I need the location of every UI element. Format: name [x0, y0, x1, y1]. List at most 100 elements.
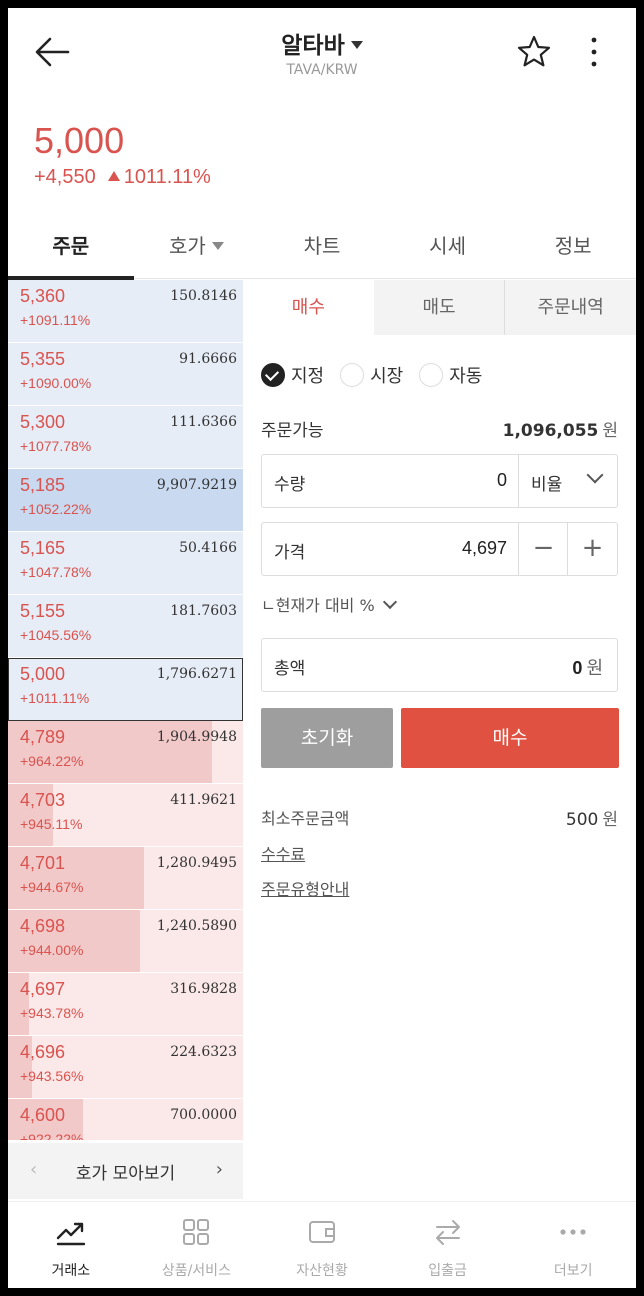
orderbook-quantity: 111.6366	[170, 414, 237, 430]
nav-assets[interactable]: 자산현황	[259, 1202, 385, 1288]
main-tabs: 주문 호가 차트 시세 정보	[8, 218, 636, 280]
orderbook-row[interactable]: 5,355 +1090.00% 91.6666	[8, 343, 243, 406]
fee-link[interactable]: 수수료	[261, 841, 305, 865]
orderbook-row[interactable]: 4,698 +944.00% 1,240.5890	[8, 910, 243, 973]
nav-label: 더보기	[553, 1263, 593, 1279]
orderbook-quantity: 224.6323	[170, 1044, 237, 1060]
orderbook-price: 5,185	[20, 475, 66, 495]
min-order-label: 최소주문금액	[261, 809, 350, 828]
orderbook-quantity: 9,907.9219	[156, 477, 237, 493]
current-price: 5,000	[34, 120, 125, 161]
price-increase-button[interactable]: +	[567, 523, 617, 575]
min-order-value: 500	[565, 810, 599, 830]
orderbook-quantity: 1,904.9948	[156, 729, 237, 745]
orderbook-row[interactable]: 4,600 +922.22% 700.0000	[8, 1099, 243, 1140]
nav-more[interactable]: 더보기	[510, 1202, 636, 1288]
order-type-market[interactable]: 시장	[340, 362, 403, 388]
orderbook-price: 5,155	[20, 601, 66, 621]
orderbook-row[interactable]: 4,697 +943.78% 316.9828	[8, 973, 243, 1036]
price-value[interactable]: 4,697	[462, 538, 507, 559]
nav-label: 상품/서비스	[161, 1263, 231, 1279]
caret-down-icon	[211, 242, 224, 250]
orderbook-quantity: 316.9828	[170, 981, 237, 997]
tab-market[interactable]: 시세	[385, 218, 511, 278]
orderbook-quantity: 150.8146	[170, 288, 237, 304]
orderbook-price: 5,000	[20, 664, 66, 684]
orderbook-row[interactable]: 4,789 +964.22% 1,904.9948	[8, 721, 243, 784]
orderbook-quantity: 1,796.6271	[156, 666, 237, 682]
nav-transfer[interactable]: 입출금	[385, 1202, 511, 1288]
orderbook-row[interactable]: 5,300 +1077.78% 111.6366	[8, 406, 243, 469]
subtab-buy[interactable]: 매수	[243, 280, 374, 335]
chevron-down-icon	[586, 466, 604, 484]
nav-label: 자산현황	[296, 1263, 348, 1279]
available-label: 주문가능	[261, 421, 324, 441]
unit-label: 원	[602, 421, 618, 441]
nav-products[interactable]: 상품/서비스	[134, 1202, 260, 1288]
tab-chart[interactable]: 차트	[259, 218, 385, 278]
order-type-label: 자동	[449, 366, 483, 387]
subtab-sell[interactable]: 매도	[374, 280, 505, 335]
transfer-icon	[435, 1220, 460, 1245]
quantity-field[interactable]: 수량 0 비율	[261, 454, 618, 508]
orderbook-view-all[interactable]: 호가 모아보기	[8, 1159, 243, 1184]
total-value[interactable]: 0	[572, 658, 582, 678]
orderbook-row[interactable]: 5,165 +1047.78% 50.4166	[8, 532, 243, 595]
orderbook-price: 5,300	[20, 412, 66, 432]
orderbook-row[interactable]: 5,155 +1045.56% 181.7603	[8, 595, 243, 658]
orderbook-row[interactable]: 5,360 +1091.11% 150.8146	[8, 280, 243, 343]
tab-label: 주문	[52, 234, 90, 258]
tab-orderbook[interactable]: 호가	[134, 218, 260, 278]
tab-label: 차트	[303, 234, 341, 258]
orderbook-price: 4,789	[20, 727, 66, 747]
price-field[interactable]: 가격 4,697 − +	[261, 522, 618, 576]
subtab-history[interactable]: 주문내역	[504, 280, 636, 335]
quantity-label: 수량	[274, 475, 306, 495]
orderbook-row[interactable]: 4,696 +943.56% 224.6323	[8, 1036, 243, 1099]
price-label: 가격	[274, 543, 306, 563]
up-triangle-icon	[107, 171, 120, 181]
order-type-guide-link[interactable]: 주문유형안내	[261, 876, 349, 900]
orderbook-quantity: 181.7603	[170, 603, 237, 619]
price-percent-dropdown[interactable]: ㄴ현재가 대비 %	[261, 592, 397, 616]
nav-label: 입출금	[428, 1263, 467, 1279]
min-order: 최소주문금액 500 원	[261, 805, 618, 830]
orderbook-row[interactable]: 4,703 +945.11% 411.9621	[8, 784, 243, 847]
order-panel: 매수 매도 주문내역 지정 시장 자동 주문가능 1,096,055 원 수량 0…	[243, 280, 636, 1200]
order-type-auto[interactable]: 자동	[419, 362, 482, 388]
orderbook-percent: +964.22%	[20, 753, 84, 769]
more-vertical-icon[interactable]	[580, 34, 608, 70]
orderbook-row[interactable]: 4,701 +944.67% 1,280.9495	[8, 847, 243, 910]
nav-label: 거래소	[51, 1263, 91, 1279]
orderbook-footer[interactable]: ‹ 호가 모아보기 ›	[8, 1143, 243, 1199]
orderbook-row[interactable]: 5,000 +1011.11% 1,796.6271	[8, 658, 243, 721]
orderbook-percent: +943.78%	[20, 1005, 84, 1021]
star-icon[interactable]	[516, 34, 552, 70]
orderbook-quantity: 1,240.5890	[156, 918, 237, 934]
orderbook-percent: +944.67%	[20, 879, 84, 895]
price-decrease-button[interactable]: −	[518, 523, 568, 575]
order-type-limit[interactable]: 지정	[261, 362, 324, 388]
orderbook-price: 4,698	[20, 916, 66, 936]
chevron-down-icon	[382, 594, 397, 610]
price-percent-label: ㄴ현재가 대비 %	[261, 596, 375, 615]
ratio-dropdown[interactable]: 비율	[518, 455, 617, 507]
tab-label: 호가	[168, 234, 206, 258]
chevron-right-icon[interactable]: ›	[216, 1159, 223, 1180]
orderbook-quantity: 1,280.9495	[156, 855, 237, 871]
unit-label: 원	[602, 810, 618, 830]
reset-button[interactable]: 초기화	[261, 708, 393, 768]
available-balance: 주문가능 1,096,055 원	[261, 416, 618, 441]
quantity-value[interactable]: 0	[497, 470, 507, 491]
screen: 알타바 TAVA/KRW 5,000 +4,550 1011.11% 주문 호가 …	[8, 8, 636, 1288]
orderbook-price: 4,703	[20, 790, 66, 810]
nav-exchange[interactable]: 거래소	[8, 1202, 134, 1288]
wallet-icon	[308, 1221, 335, 1243]
tab-info[interactable]: 정보	[510, 218, 636, 278]
buy-button[interactable]: 매수	[401, 708, 619, 768]
tab-order[interactable]: 주문	[8, 218, 134, 280]
orderbook-row[interactable]: 5,185 +1052.22% 9,907.9219	[8, 469, 243, 532]
ratio-label: 비율	[531, 475, 563, 495]
orderbook-price: 5,360	[20, 286, 66, 306]
total-field[interactable]: 총액 0원	[261, 638, 618, 692]
